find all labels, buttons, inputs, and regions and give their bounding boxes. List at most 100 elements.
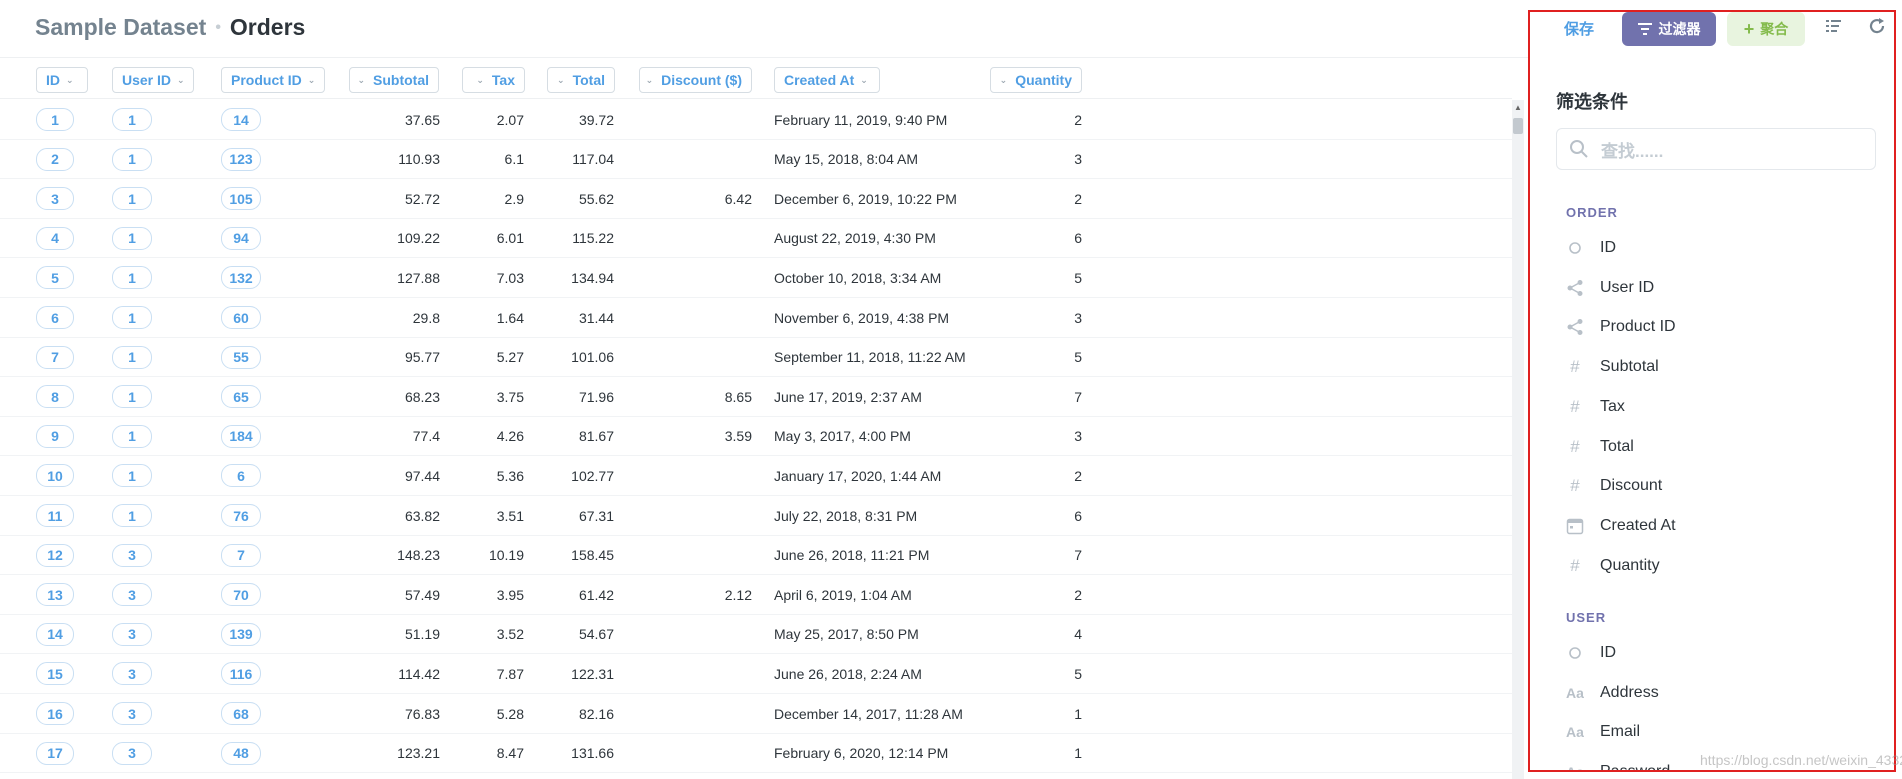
filter-button[interactable]: 过滤器: [1622, 12, 1716, 46]
fk-link-pill[interactable]: 1: [112, 385, 152, 409]
circle-icon: [1564, 646, 1586, 660]
field-item-quantity[interactable]: # Quantity: [1564, 551, 1864, 581]
breadcrumb: Sample Dataset • Orders: [35, 14, 305, 41]
chevron-down-icon: ⌄: [557, 74, 565, 85]
field-search-input[interactable]: 查找......: [1556, 128, 1876, 170]
save-button[interactable]: 保存: [1564, 18, 1594, 39]
fk-link-pill[interactable]: 1: [112, 345, 152, 369]
table-scrollbar[interactable]: ▲: [1512, 100, 1524, 779]
fk-link-pill[interactable]: 1: [112, 266, 152, 290]
fk-link-pill[interactable]: 7: [36, 345, 74, 369]
column-header-subtotal[interactable]: ⌄ Subtotal: [349, 67, 439, 93]
table-row: 2 1 123 110.93 6.1 117.04 May 15, 2018, 8:04 A…: [0, 140, 1512, 180]
field-item-label: ID: [1600, 239, 1616, 256]
column-header-total[interactable]: ⌄ Total: [547, 67, 615, 93]
column-header-tax[interactable]: ⌄ Tax: [462, 67, 525, 93]
column-header-created-at[interactable]: Created At ⌄: [774, 67, 880, 93]
field-item-user-id[interactable]: User ID: [1564, 273, 1864, 303]
field-item-subtotal[interactable]: # Subtotal: [1564, 352, 1864, 382]
fk-link-pill[interactable]: 11: [36, 504, 74, 527]
fk-link-pill[interactable]: 1: [112, 226, 152, 250]
connections-icon: [1564, 318, 1586, 336]
text-icon: Aa: [1564, 764, 1586, 770]
column-header-discount[interactable]: ⌄ Discount ($): [639, 67, 752, 93]
fk-link-pill[interactable]: 9: [36, 424, 74, 448]
table-cell: 16: [36, 694, 74, 733]
list-icon[interactable]: [1826, 18, 1844, 34]
fk-link-pill[interactable]: 10: [36, 464, 74, 488]
fk-link-pill[interactable]: 1: [112, 187, 152, 211]
fk-link-pill[interactable]: 1: [112, 464, 152, 488]
search-placeholder: 查找......: [1601, 141, 1664, 161]
table-cell: 5: [1074, 665, 1082, 682]
table-cell: 10: [36, 456, 74, 495]
table-row: 16 3 68 76.83 5.28 82.16 December 14, 2017, 11…: [0, 694, 1512, 734]
table-cell: [552, 615, 752, 654]
field-item-label: Email: [1600, 723, 1641, 741]
fk-link-pill[interactable]: 14: [36, 622, 74, 646]
field-item-id[interactable]: ID: [1564, 638, 1864, 668]
fk-link-pill[interactable]: 12: [36, 543, 74, 567]
table-row: 7 1 55 95.77 5.27 101.06 September 11, 2018, 1…: [0, 338, 1512, 378]
fk-link-pill[interactable]: 16: [36, 702, 74, 725]
refresh-icon[interactable]: [1867, 16, 1887, 36]
fk-link-pill[interactable]: 5: [36, 266, 74, 290]
chevron-down-icon: ⌄: [999, 74, 1008, 85]
table-cell: 4: [1074, 626, 1082, 643]
scrollbar-thumb[interactable]: [1513, 118, 1523, 134]
table-row: 12 3 7 148.23 10.19 158.45 June 26, 2018, 11:2…: [0, 536, 1512, 576]
header-bar: Sample Dataset • Orders: [0, 0, 1530, 58]
table-cell: 5: [36, 258, 74, 297]
fk-link-pill[interactable]: 1: [112, 306, 152, 329]
hash-icon: #: [1570, 555, 1580, 575]
table-cell: 13: [36, 575, 74, 614]
table-cell: 3: [1074, 151, 1082, 168]
table-row: 11 1 76 63.82 3.51 67.31 July 22, 2018, 8:31 P…: [0, 496, 1512, 536]
column-header-label: Subtotal: [373, 72, 429, 88]
fk-link-pill[interactable]: 17: [36, 741, 74, 765]
column-header-product-id[interactable]: Product ID ⌄: [221, 67, 325, 93]
fk-link-pill[interactable]: 4: [36, 226, 74, 250]
fk-link-pill[interactable]: 1: [112, 108, 152, 131]
fk-link-pill[interactable]: 3: [36, 187, 74, 211]
table-cell: 3: [112, 615, 152, 654]
table-cell: [552, 219, 752, 258]
column-header-user-id[interactable]: User ID ⌄: [112, 67, 194, 93]
field-item-address[interactable]: Aa Address: [1564, 678, 1864, 708]
breadcrumb-database[interactable]: Sample Dataset: [35, 14, 206, 41]
column-header-id[interactable]: ID ⌄: [36, 67, 88, 93]
field-item-created-at[interactable]: Created At: [1564, 511, 1864, 541]
fk-link-pill[interactable]: 3: [112, 622, 152, 646]
column-header-quantity[interactable]: ⌄ Quantity: [990, 67, 1082, 93]
scroll-up-arrow[interactable]: ▲: [1514, 103, 1522, 112]
fk-link-pill[interactable]: 6: [36, 306, 74, 329]
field-item-email[interactable]: Aa Email: [1564, 717, 1864, 747]
field-item-id[interactable]: ID: [1564, 233, 1864, 263]
fk-link-pill[interactable]: 3: [112, 702, 152, 725]
fk-link-pill[interactable]: 15: [36, 662, 74, 686]
fk-link-pill[interactable]: 13: [36, 583, 74, 607]
aggregate-button[interactable]: + 聚合: [1727, 12, 1805, 46]
table-cell: [552, 694, 752, 733]
fk-link-pill[interactable]: 3: [112, 543, 152, 567]
filter-sidebar: 筛选条件 查找...... ORDER ID User ID Product ID # S…: [1528, 10, 1896, 772]
fk-link-pill[interactable]: 1: [112, 504, 152, 527]
circle-icon: [1564, 241, 1586, 255]
field-item-total[interactable]: # Total: [1564, 432, 1864, 462]
field-item-product-id[interactable]: Product ID: [1564, 312, 1864, 342]
table-cell: 1: [112, 298, 152, 337]
table-cell: 2: [1074, 467, 1082, 484]
fk-link-pill[interactable]: 3: [112, 662, 152, 686]
fk-link-pill[interactable]: 1: [112, 424, 152, 448]
fk-link-pill[interactable]: 1: [36, 108, 74, 131]
plus-icon: +: [1743, 18, 1755, 39]
field-item-tax[interactable]: # Tax: [1564, 392, 1864, 422]
field-item-discount[interactable]: # Discount: [1564, 471, 1864, 501]
table-cell: 2.12: [724, 586, 752, 603]
fk-link-pill[interactable]: 1: [112, 147, 152, 171]
table-cell: 1: [112, 496, 152, 535]
fk-link-pill[interactable]: 3: [112, 741, 152, 765]
fk-link-pill[interactable]: 2: [36, 147, 74, 171]
fk-link-pill[interactable]: 8: [36, 385, 74, 409]
fk-link-pill[interactable]: 3: [112, 583, 152, 607]
